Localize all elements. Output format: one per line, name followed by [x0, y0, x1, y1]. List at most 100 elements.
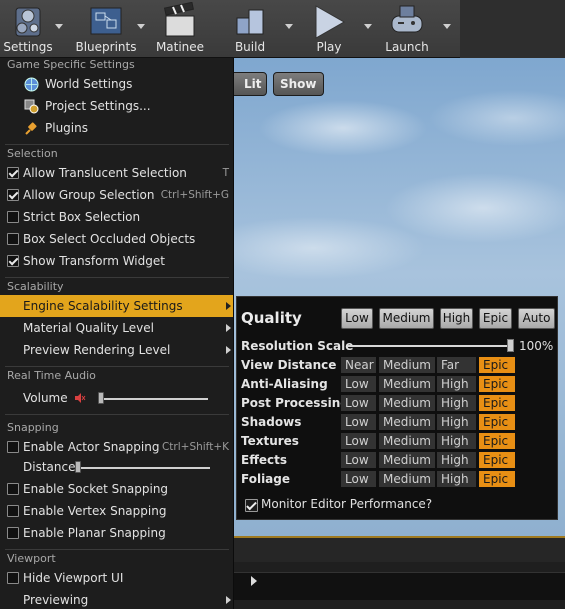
quality-option[interactable]: Medium	[379, 395, 435, 411]
quality-option[interactable]: Medium	[379, 452, 435, 468]
expand-arrow-icon[interactable]	[251, 576, 257, 586]
strict-box-selection-item[interactable]: Strict Box Selection	[0, 206, 233, 228]
submenu-arrow-icon	[226, 324, 231, 332]
quality-option[interactable]: Epic	[479, 414, 515, 430]
box-select-occluded-checkbox[interactable]	[7, 233, 19, 245]
hide-viewport-ui-checkbox[interactable]	[7, 572, 19, 584]
quality-option[interactable]: High	[437, 414, 476, 430]
show-transform-checkbox[interactable]	[7, 255, 19, 267]
preset-epic-button[interactable]: Epic	[479, 308, 512, 329]
build-dropdown-icon[interactable]	[285, 24, 293, 29]
engine-scalability-settings-item[interactable]: Engine Scalability Settings	[0, 295, 233, 317]
material-quality-level-item[interactable]: Material Quality Level	[0, 317, 233, 339]
vertex-snapping-checkbox[interactable]	[7, 505, 19, 517]
allow-translucent-checkbox[interactable]	[7, 167, 19, 179]
quality-row-label: View Distance	[241, 358, 337, 372]
monitor-performance-checkbox[interactable]	[245, 499, 258, 512]
preset-auto-button[interactable]: Auto	[518, 308, 555, 329]
resolution-scale-handle[interactable]	[507, 339, 514, 352]
matinee-button[interactable]: Matinee	[154, 0, 206, 58]
socket-snapping-checkbox[interactable]	[7, 483, 19, 495]
separator	[5, 277, 229, 278]
settings-button[interactable]: Settings	[0, 0, 63, 58]
quality-option[interactable]: Far	[437, 357, 476, 373]
quality-option[interactable]: High	[437, 433, 476, 449]
previewing-item[interactable]: Previewing	[0, 589, 233, 609]
launch-button[interactable]: Launch	[384, 0, 451, 58]
actor-snapping-checkbox[interactable]	[7, 441, 19, 453]
world-settings-item[interactable]: World Settings	[0, 73, 233, 95]
enable-vertex-snapping-item[interactable]: Enable Vertex Snapping	[0, 500, 233, 522]
play-dropdown-icon[interactable]	[364, 24, 372, 29]
submenu-arrow-icon	[226, 346, 231, 354]
launch-dropdown-icon[interactable]	[443, 24, 451, 29]
preset-high-button[interactable]: High	[440, 308, 473, 329]
show-button[interactable]: Show	[273, 72, 324, 96]
project-settings-item[interactable]: Project Settings...	[0, 95, 233, 117]
quality-row: Shadows Low Medium High Epic	[239, 413, 555, 431]
strict-box-checkbox[interactable]	[7, 211, 19, 223]
content-strip	[233, 572, 565, 600]
distance-slider-track[interactable]	[75, 467, 210, 469]
engine-scalability-label: Engine Scalability Settings	[23, 299, 183, 313]
quality-option[interactable]: Near	[341, 357, 376, 373]
speaker-muted-icon[interactable]	[74, 392, 86, 404]
toolbar-empty-area	[460, 0, 565, 58]
quality-option[interactable]: Epic	[479, 395, 515, 411]
lit-mode-button[interactable]: Lit	[233, 72, 267, 96]
quality-row: View Distance Near Medium Far Epic	[239, 356, 555, 374]
preset-medium-button[interactable]: Medium	[379, 308, 434, 329]
preview-rendering-level-item[interactable]: Preview Rendering Level	[0, 339, 233, 361]
hide-viewport-ui-item[interactable]: Hide Viewport UI	[0, 567, 233, 589]
quality-option[interactable]: Low	[341, 414, 376, 430]
quality-option[interactable]: Epic	[479, 471, 515, 487]
volume-slider-handle[interactable]	[98, 392, 104, 404]
allow-group-selection-item[interactable]: Allow Group Selection Ctrl+Shift+G	[0, 184, 233, 206]
allow-group-checkbox[interactable]	[7, 189, 19, 201]
quality-option[interactable]: Low	[341, 395, 376, 411]
planar-snapping-checkbox[interactable]	[7, 527, 19, 539]
quality-option[interactable]: Epic	[479, 433, 515, 449]
quality-option[interactable]: Low	[341, 471, 376, 487]
quality-option[interactable]: Low	[341, 452, 376, 468]
enable-socket-snapping-item[interactable]: Enable Socket Snapping	[0, 478, 233, 500]
play-button[interactable]: Play	[306, 0, 372, 58]
play-icon	[315, 5, 346, 39]
quality-option[interactable]: Medium	[379, 376, 435, 392]
quality-option[interactable]: Medium	[379, 414, 435, 430]
distance-label: Distance	[23, 460, 76, 474]
plugins-item[interactable]: Plugins	[0, 117, 233, 139]
enable-actor-snapping-item[interactable]: Enable Actor Snapping Ctrl+Shift+K	[0, 436, 233, 458]
preset-low-button[interactable]: Low	[341, 308, 373, 329]
quality-option[interactable]: High	[437, 395, 476, 411]
snapping-distance-item: Distance	[0, 456, 233, 478]
allow-translucent-selection-item[interactable]: Allow Translucent Selection T	[0, 162, 233, 184]
quality-option[interactable]: High	[437, 376, 476, 392]
show-transform-widget-item[interactable]: Show Transform Widget	[0, 250, 233, 272]
box-select-occluded-item[interactable]: Box Select Occluded Objects	[0, 228, 233, 250]
lit-label: Lit	[244, 77, 262, 91]
main-toolbar: Settings Blueprints Matinee Build Play L…	[0, 0, 565, 58]
build-button[interactable]: Build	[228, 0, 293, 58]
quality-option[interactable]: High	[437, 471, 476, 487]
blueprints-dropdown-icon[interactable]	[137, 24, 145, 29]
actor-snapping-label: Enable Actor Snapping	[23, 440, 160, 454]
blueprints-button[interactable]: Blueprints	[74, 0, 145, 58]
distance-slider-handle[interactable]	[75, 461, 81, 473]
quality-option[interactable]: High	[437, 452, 476, 468]
quality-option[interactable]: Low	[341, 376, 376, 392]
quality-option[interactable]: Medium	[379, 433, 435, 449]
resolution-scale-slider[interactable]	[347, 345, 511, 347]
enable-planar-snapping-item[interactable]: Enable Planar Snapping	[0, 522, 233, 544]
actor-snapping-shortcut: Ctrl+Shift+K	[161, 441, 229, 453]
quality-option[interactable]: Epic	[479, 452, 515, 468]
quality-option[interactable]: Low	[341, 433, 376, 449]
vertex-snapping-label: Enable Vertex Snapping	[23, 504, 167, 518]
quality-row-label: Textures	[241, 434, 299, 448]
quality-option[interactable]: Medium	[379, 471, 435, 487]
quality-option[interactable]: Epic	[479, 357, 515, 373]
quality-option[interactable]: Epic	[479, 376, 515, 392]
volume-slider-track[interactable]	[98, 398, 208, 400]
settings-dropdown-icon[interactable]	[55, 24, 63, 29]
quality-option[interactable]: Medium	[379, 357, 435, 373]
